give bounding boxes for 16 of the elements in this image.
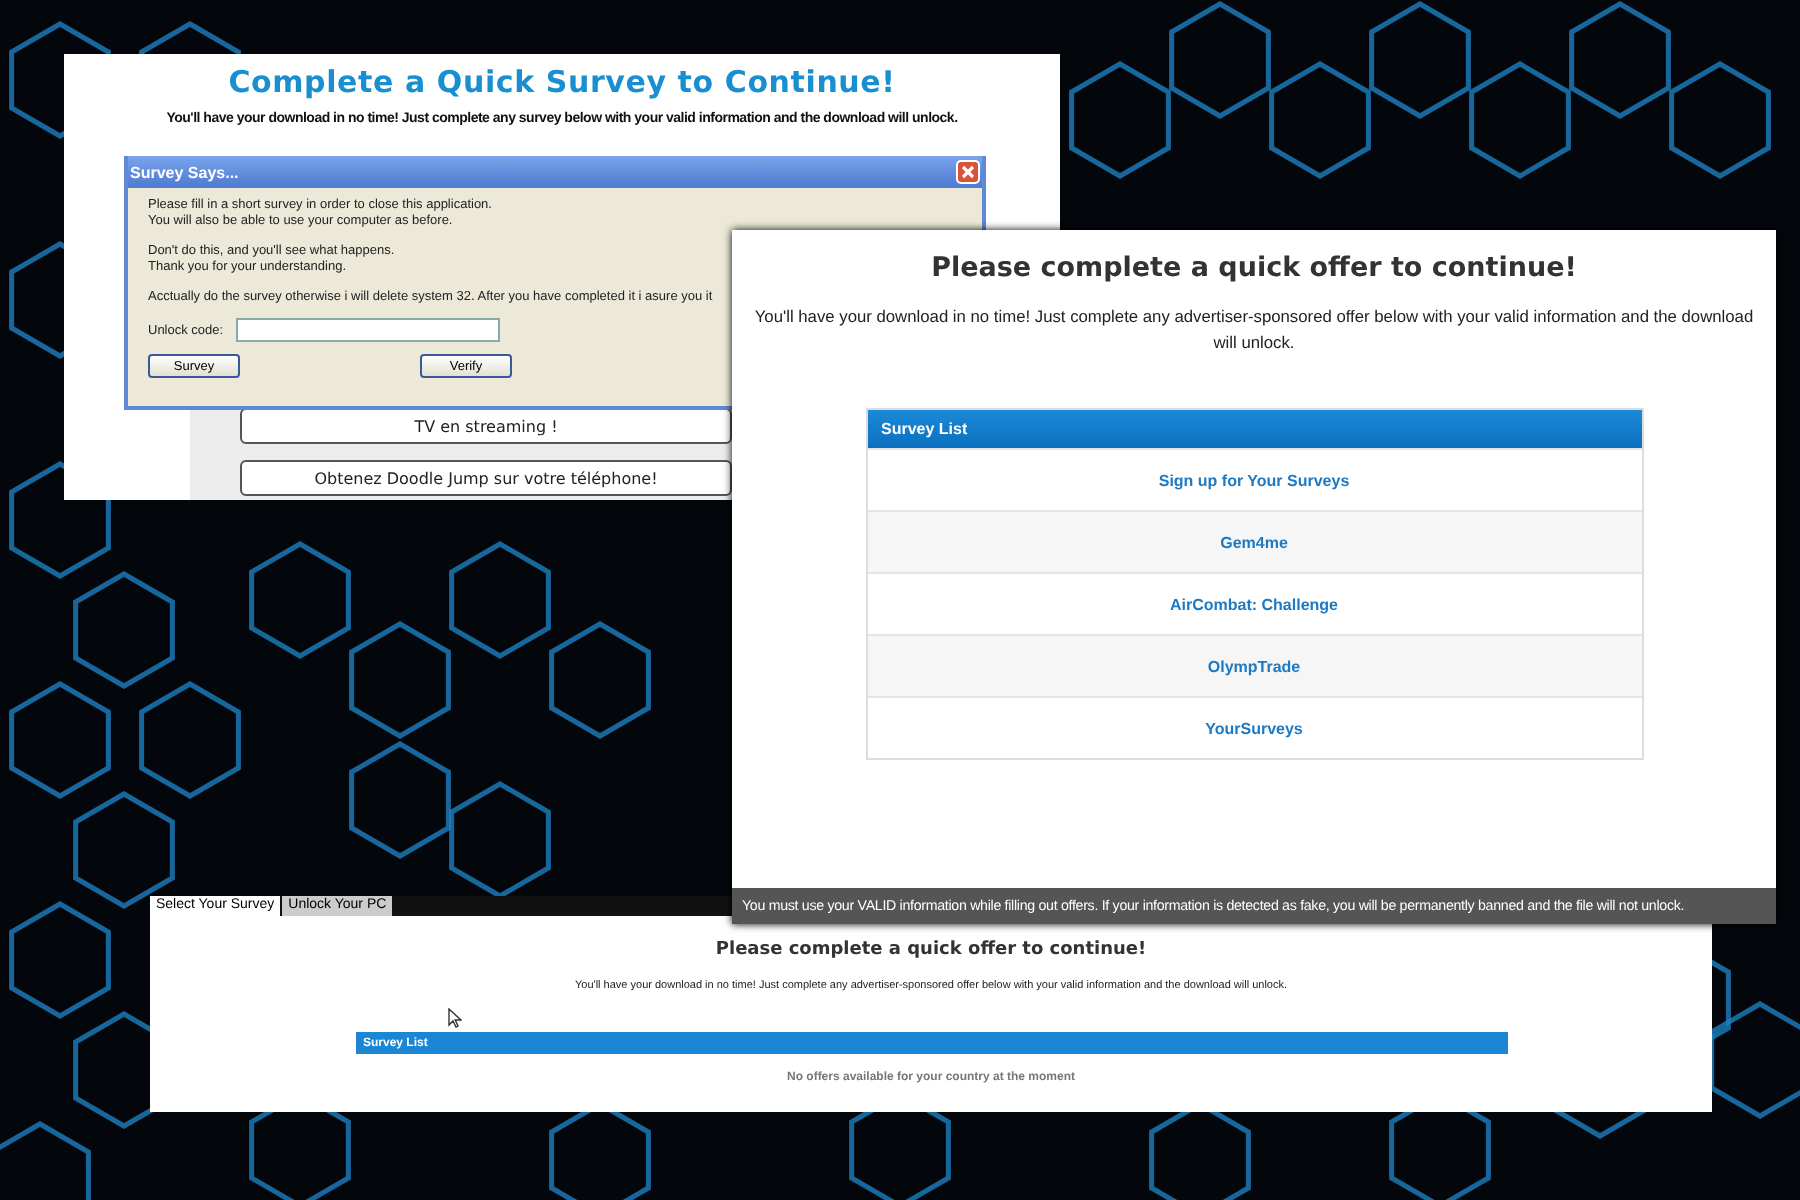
survey-link[interactable]: OlympTrade bbox=[1207, 657, 1301, 676]
intro-text: You'll have your download in no time! Just complete any advertiser-sponsored offer below with your valid information and the download will unlock. bbox=[752, 304, 1756, 357]
cursor-icon bbox=[448, 1008, 462, 1028]
dialog-title: Survey Says... bbox=[130, 163, 239, 181]
offer-button[interactable]: TV en streaming ! bbox=[240, 408, 732, 444]
survey-link[interactable]: AirCombat: Challenge bbox=[1169, 595, 1338, 614]
page-title: Please complete a quick offer to continue! bbox=[931, 252, 1577, 284]
offer-button[interactable]: Obtenez Doodle Jump sur votre téléphone! bbox=[240, 460, 732, 496]
survey-link[interactable]: Sign up for Your Surveys bbox=[1158, 471, 1350, 490]
survey-link[interactable]: Gem4me bbox=[1220, 533, 1288, 552]
survey-link[interactable]: YourSurveys bbox=[1205, 719, 1303, 738]
list-header: Survey List bbox=[867, 410, 1641, 449]
page-title: Please complete a quick offer to continue! bbox=[715, 940, 1147, 960]
unlock-code-field[interactable] bbox=[235, 318, 500, 343]
close-icon[interactable] bbox=[956, 160, 980, 184]
page-title: Complete a Quick Survey to Continue! bbox=[226, 64, 898, 100]
